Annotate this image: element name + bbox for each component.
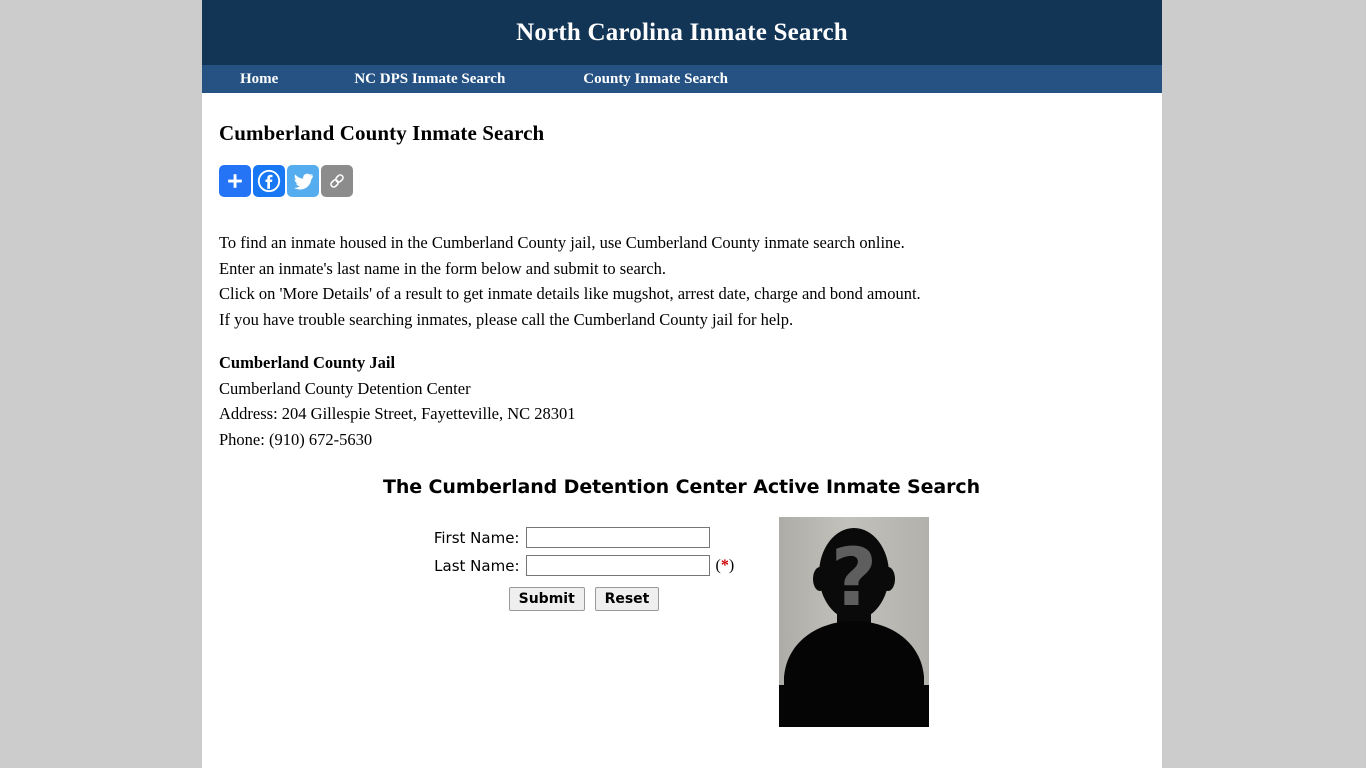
content-area: Cumberland County Inmate Search To find … [202,93,1162,727]
required-indicator: (*) [710,555,735,583]
share-button-group [219,165,1144,197]
page-container: North Carolina Inmate Search Home NC DPS… [202,0,1162,768]
jail-info-block: Cumberland County Jail Cumberland County… [219,332,1144,452]
last-name-input[interactable] [525,555,710,576]
nav-item-nc-dps-inmate-search[interactable]: NC DPS Inmate Search [354,71,505,88]
first-name-row: First Name: [434,527,734,555]
inmate-placeholder-image: ? [779,517,930,727]
addthis-plus-icon[interactable] [219,165,251,197]
form-body: First Name: Last Name: (*) Submit Reset … [219,517,1144,727]
form-fields: First Name: Last Name: (*) Submit Reset [434,517,734,618]
intro-line-1: To find an inmate housed in the Cumberla… [219,233,905,252]
last-name-label: Last Name: [434,556,520,575]
twitter-icon[interactable] [287,165,319,197]
link-icon[interactable] [321,165,353,197]
svg-text:?: ? [831,531,877,624]
facebook-icon[interactable] [253,165,285,197]
jail-phone: Phone: (910) 672-5630 [219,429,373,449]
first-name-spacer [710,527,735,555]
nav-item-home[interactable]: Home [240,71,278,88]
nav-item-county-inmate-search[interactable]: County Inmate Search [583,71,728,88]
intro-paragraph: To find an inmate housed in the Cumberla… [219,197,1144,332]
required-asterisk: * [720,556,729,574]
last-name-row: Last Name: (*) [434,555,734,583]
first-name-input[interactable] [525,527,710,548]
last-name-input-cell [525,555,710,583]
form-heading: The Cumberland Detention Center Active I… [382,476,981,498]
jail-address: Address: 204 Gillespie Street, Fayettevi… [219,404,576,423]
site-title: North Carolina Inmate Search [516,18,848,46]
site-header: North Carolina Inmate Search [202,0,1162,65]
form-buttons: Submit Reset [434,583,734,618]
jail-facility: Cumberland County Detention Center [219,378,471,398]
jail-name: Cumberland County Jail [219,353,396,372]
page-title: Cumberland County Inmate Search [219,121,545,145]
reset-button[interactable]: Reset [594,587,660,611]
first-name-label: First Name: [433,528,520,547]
intro-line-2: Enter an inmate's last name in the form … [219,258,666,278]
inmate-search-form-section: The Cumberland Detention Center Active I… [219,476,1144,727]
main-navigation: Home NC DPS Inmate Search County Inmate … [202,65,1162,93]
submit-button[interactable]: Submit [508,587,585,611]
buttons-row: Submit Reset [434,583,734,618]
required-close-paren: ) [728,556,735,574]
intro-line-3: Click on 'More Details' of a result to g… [219,284,921,303]
first-name-input-cell [525,527,710,555]
intro-line-4: If you have trouble searching inmates, p… [219,309,794,329]
